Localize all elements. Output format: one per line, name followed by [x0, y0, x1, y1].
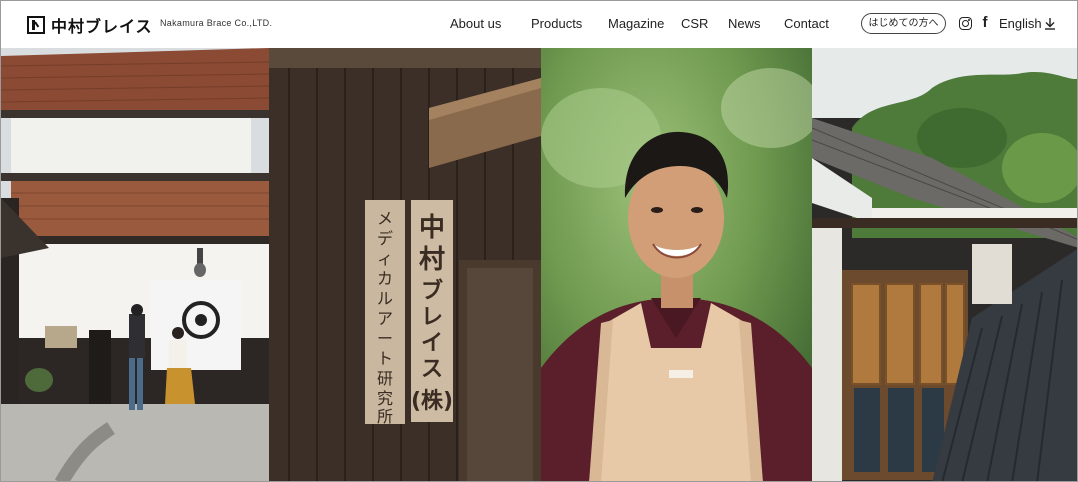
svg-text:イ: イ	[421, 331, 443, 356]
svg-text:ル: ル	[377, 289, 393, 308]
wooden-signboard-photo: 中 村 ブ レ イ ス (株) メ デ ィ カ ル ア ー ト 研 究 所	[269, 48, 541, 481]
browser-frame: 中 村 ブ レ イ ス (株) メ デ ィ カ ル ア ー ト 研 究 所 中村…	[0, 0, 1078, 482]
svg-text:レ: レ	[421, 305, 443, 330]
traditional-building-photo	[812, 48, 1077, 481]
nav-news[interactable]: News	[728, 16, 761, 31]
site-logo[interactable]: 中村ブレイス	[27, 13, 153, 37]
craftsman-portrait-photo	[541, 48, 812, 481]
svg-text:ブ: ブ	[421, 278, 443, 304]
svg-text:デ: デ	[377, 229, 393, 248]
svg-text:中: 中	[419, 213, 445, 243]
instagram-icon[interactable]	[959, 17, 972, 30]
logo-mark-icon	[27, 16, 45, 34]
svg-text:ー: ー	[377, 329, 393, 348]
svg-text:研: 研	[377, 369, 393, 388]
download-arrow-icon[interactable]	[1044, 17, 1056, 30]
svg-text:(株): (株)	[411, 389, 453, 414]
svg-text:ス: ス	[421, 357, 443, 382]
svg-text:究: 究	[377, 389, 393, 408]
svg-text:カ: カ	[377, 269, 393, 288]
nav-about-us[interactable]: About us	[450, 16, 501, 31]
svg-text:村: 村	[419, 245, 445, 275]
svg-text:ト: ト	[377, 349, 393, 368]
first-time-visitor-button[interactable]: はじめての方へ	[861, 13, 946, 34]
svg-text:所: 所	[377, 407, 393, 426]
nav-csr[interactable]: CSR	[681, 16, 708, 31]
nav-contact[interactable]: Contact	[784, 16, 829, 31]
logo-english-name: Nakamura Brace Co.,LTD.	[160, 18, 273, 28]
village-street-photo	[1, 48, 269, 481]
site-header: 中村ブレイス Nakamura Brace Co.,LTD. About us …	[1, 1, 1077, 48]
svg-text:メ: メ	[377, 209, 393, 228]
logo-japanese-name: 中村ブレイス	[51, 17, 153, 36]
nav-magazine[interactable]: Magazine	[608, 16, 664, 31]
nav-products[interactable]: Products	[531, 16, 582, 31]
facebook-icon[interactable]: f	[979, 15, 991, 31]
svg-text:ア: ア	[377, 309, 393, 328]
language-switcher[interactable]: English	[999, 16, 1042, 31]
svg-text:ィ: ィ	[377, 249, 393, 268]
